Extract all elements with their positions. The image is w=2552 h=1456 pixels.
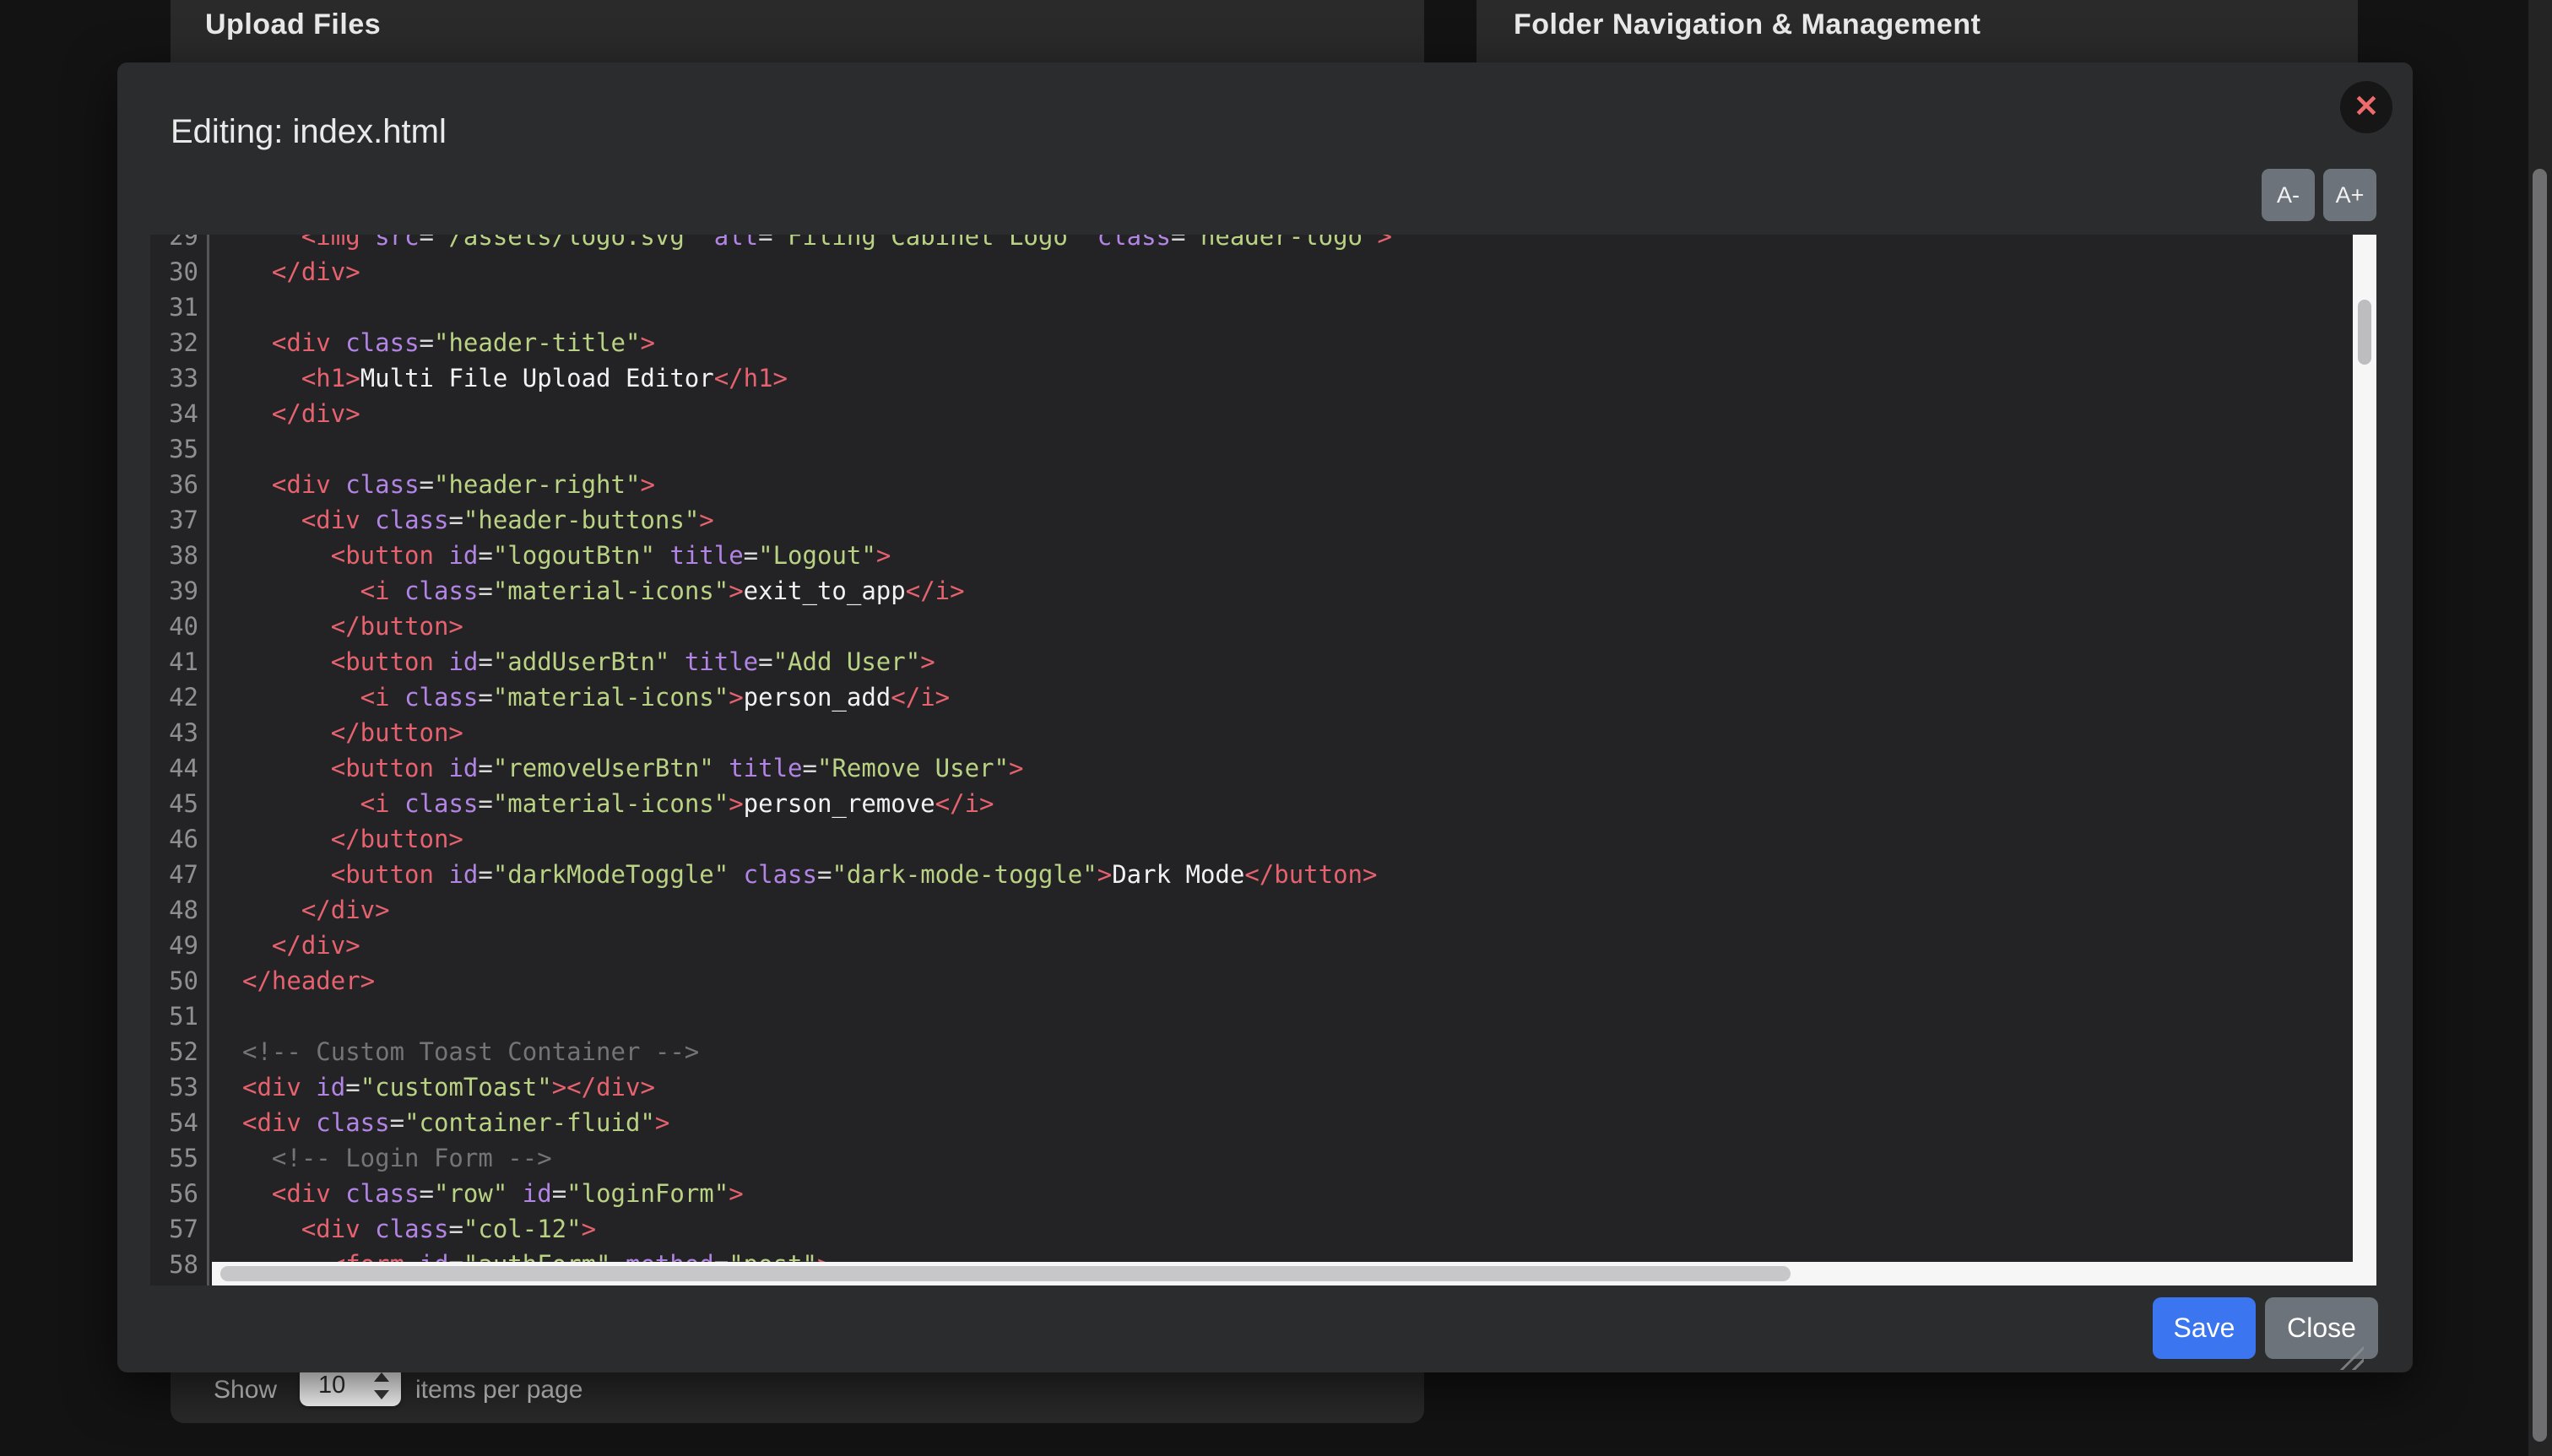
line-number: 30 — [150, 254, 207, 290]
code-line: <div class="col-12"> — [212, 1211, 2353, 1247]
code-line: <form id="authForm" method="post"> — [212, 1247, 2353, 1262]
code-line: </div> — [212, 396, 2353, 431]
line-number: 50 — [150, 963, 207, 999]
font-decrease-button[interactable]: A- — [2262, 169, 2315, 221]
line-number: 45 — [150, 786, 207, 821]
line-number-gutter: 2930313233343536373839404142434445464748… — [150, 235, 209, 1286]
close-x-button[interactable]: ✕ — [2340, 81, 2392, 133]
line-number: 44 — [150, 750, 207, 786]
line-number: 52 — [150, 1034, 207, 1069]
line-number: 34 — [150, 396, 207, 431]
line-number: 32 — [150, 325, 207, 360]
line-number: 43 — [150, 715, 207, 750]
line-number: 46 — [150, 821, 207, 857]
code-view: <img src="/assets/logo.svg" alt="Filing … — [212, 235, 2353, 1262]
editor-horizontal-scrollbar-thumb[interactable] — [220, 1266, 1791, 1281]
line-number: 38 — [150, 538, 207, 573]
line-number: 37 — [150, 502, 207, 538]
line-number: 49 — [150, 928, 207, 963]
line-number: 58 — [150, 1247, 207, 1282]
code-line: </div> — [212, 892, 2353, 928]
upload-files-title: Upload Files — [205, 8, 381, 41]
line-number: 56 — [150, 1176, 207, 1211]
font-increase-button[interactable]: A+ — [2323, 169, 2376, 221]
line-number: 51 — [150, 999, 207, 1034]
close-x-icon: ✕ — [2354, 89, 2379, 123]
items-per-page-value: 10 — [318, 1372, 345, 1399]
line-number: 36 — [150, 467, 207, 502]
line-number: 47 — [150, 857, 207, 892]
code-line: <img src="/assets/logo.svg" alt="Filing … — [212, 235, 2353, 254]
page-scrollbar-thumb[interactable] — [2533, 169, 2547, 1442]
line-number: 48 — [150, 892, 207, 928]
code-line: </div> — [212, 928, 2353, 963]
line-number: 35 — [150, 431, 207, 467]
edit-file-modal: Editing: index.html ✕ A- A+ 293031323334… — [117, 62, 2413, 1372]
spinner-down-icon — [374, 1390, 389, 1399]
code-line: <div class="header-buttons"> — [212, 502, 2353, 538]
code-line: <h1>Multi File Upload Editor</h1> — [212, 360, 2353, 396]
code-line: <div class="header-right"> — [212, 467, 2353, 502]
line-number: 53 — [150, 1069, 207, 1105]
code-line: <button id="addUserBtn" title="Add User"… — [212, 644, 2353, 679]
code-line: <div class="container-fluid"> — [212, 1105, 2353, 1140]
code-line: <i class="material-icons">person_add</i> — [212, 679, 2353, 715]
code-editor[interactable]: 2930313233343536373839404142434445464748… — [150, 235, 2376, 1286]
code-line: <!-- Custom Toast Container --> — [212, 1034, 2353, 1069]
line-number: 40 — [150, 609, 207, 644]
code-line: </button> — [212, 821, 2353, 857]
spinner-up-icon — [374, 1372, 389, 1382]
code-line: <div class="header-title"> — [212, 325, 2353, 360]
line-number: 42 — [150, 679, 207, 715]
line-number: 54 — [150, 1105, 207, 1140]
editor-vertical-scrollbar[interactable] — [2353, 235, 2376, 1262]
code-line: </button> — [212, 609, 2353, 644]
code-line: <button id="darkModeToggle" class="dark-… — [212, 857, 2353, 892]
items-per-page-label: items per page — [415, 1376, 582, 1405]
code-line: <i class="material-icons">exit_to_app</i… — [212, 573, 2353, 609]
code-line — [212, 999, 2353, 1034]
line-number: 55 — [150, 1140, 207, 1176]
code-line: <div class="row" id="loginForm"> — [212, 1176, 2353, 1211]
code-line — [212, 431, 2353, 467]
line-number: 39 — [150, 573, 207, 609]
line-number: 57 — [150, 1211, 207, 1247]
show-label: Show — [214, 1376, 277, 1405]
code-line: <!-- Login Form --> — [212, 1140, 2353, 1176]
code-line: </header> — [212, 963, 2353, 999]
folder-navigation-title: Folder Navigation & Management — [1514, 8, 1980, 41]
select-spinner-icon — [373, 1372, 390, 1400]
line-number: 41 — [150, 644, 207, 679]
code-line — [212, 290, 2353, 325]
code-line: <i class="material-icons">person_remove<… — [212, 786, 2353, 821]
editor-vertical-scrollbar-thumb[interactable] — [2358, 300, 2371, 365]
line-number: 29 — [150, 235, 207, 254]
line-number: 31 — [150, 290, 207, 325]
code-line: <button id="removeUserBtn" title="Remove… — [212, 750, 2353, 786]
line-number: 33 — [150, 360, 207, 396]
scrollbar-corner — [2353, 1262, 2376, 1286]
save-button[interactable]: Save — [2153, 1297, 2256, 1359]
code-line: <button id="logoutBtn" title="Logout"> — [212, 538, 2353, 573]
modal-title: Editing: index.html — [171, 113, 447, 151]
page-scrollbar[interactable] — [2528, 0, 2552, 1456]
code-line: </div> — [212, 254, 2353, 290]
code-line: <div id="customToast"></div> — [212, 1069, 2353, 1105]
editor-horizontal-scrollbar[interactable] — [212, 1262, 2353, 1286]
code-line: </button> — [212, 715, 2353, 750]
